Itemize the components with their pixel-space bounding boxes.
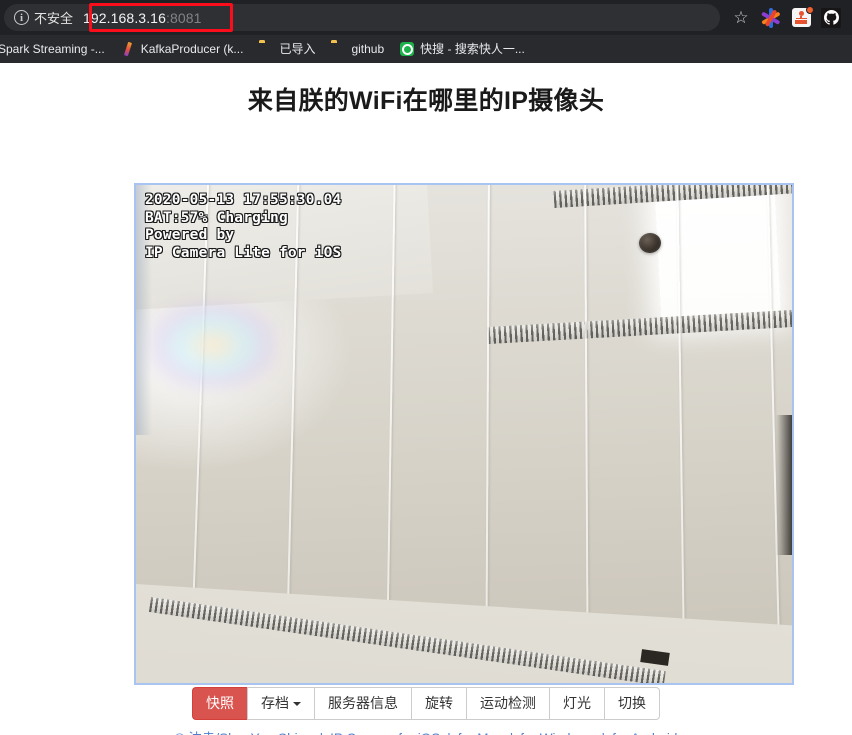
toolbar-right-icons: ☆ — [726, 3, 852, 33]
folder-icon — [331, 42, 345, 56]
footer-separator: | — [595, 731, 613, 735]
ksou-icon — [400, 42, 415, 56]
info-circle-icon: i — [14, 10, 29, 25]
bookmark-label: KafkaProducer (k... — [140, 42, 244, 56]
security-chip[interactable]: i 不安全 — [14, 8, 73, 27]
bookmark-item-ksou[interactable]: 快搜 - 搜索快人一... — [392, 39, 533, 59]
snapshot-button-label: 快照 — [206, 695, 234, 711]
bookmark-folder-imported[interactable]: 已导入 — [251, 39, 323, 59]
overlay-powered-by: Powered by — [145, 227, 235, 243]
overlay-timestamp: 2020-05-13 17:55:30.04 — [145, 192, 342, 208]
github-avatar-icon — [821, 7, 841, 28]
ceiling-light-panel — [654, 187, 782, 325]
server-info-button[interactable]: 服务器信息 — [314, 687, 411, 720]
extension-badge — [805, 6, 814, 14]
camera-stream-frame[interactable]: 2020-05-13 17:55:30.04 BAT:57% Charging … — [134, 183, 794, 685]
footer-separator: | — [440, 731, 458, 735]
bookmarks-bar: Spark Streaming -... KafkaProducer (k...… — [0, 35, 852, 63]
footer-separator: | — [313, 731, 331, 735]
bookmark-label: Spark Streaming -... — [0, 42, 105, 56]
address-bar[interactable]: i 不安全 192.168.3.16:8081 — [4, 4, 720, 31]
footer-links: © 沈垚/ShenYao China|IP Camera for iOS|for… — [0, 729, 852, 735]
footer-link-android[interactable]: for Android — [612, 731, 677, 735]
button-group: 快照 存档 服务器信息 旋转 运动检测 灯光 切换 — [192, 687, 660, 720]
switch-camera-button[interactable]: 切换 — [604, 687, 660, 720]
browser-toolbar: i 不安全 192.168.3.16:8081 ☆ — [0, 0, 852, 35]
camera-overlay-text: 2020-05-13 17:55:30.04 BAT:57% Charging … — [145, 192, 341, 262]
bookmark-star-button[interactable]: ☆ — [726, 3, 756, 33]
profile-button[interactable] — [816, 3, 846, 33]
footer-link-mac[interactable]: for Mac — [458, 731, 503, 735]
motion-detection-button-label: 运动检测 — [480, 695, 536, 711]
extension-graph-button[interactable] — [786, 3, 816, 33]
camera-controls: 快照 存档 服务器信息 旋转 运动检测 灯光 切换 — [0, 687, 852, 720]
security-label: 不安全 — [34, 11, 74, 26]
url-host: 192.168.3.16 — [83, 9, 166, 26]
overlay-app-name: IP Camera Lite for iOS — [145, 244, 342, 261]
light-button-label: 灯光 — [563, 695, 591, 711]
url-port: :8081 — [165, 9, 202, 26]
bookmark-folder-github[interactable]: github — [323, 39, 392, 59]
folder-icon — [259, 42, 273, 56]
snapshot-button[interactable]: 快照 — [192, 687, 247, 720]
motion-detection-button[interactable]: 运动检测 — [466, 687, 549, 720]
light-button[interactable]: 灯光 — [549, 687, 604, 720]
extension-graph-icon — [791, 6, 814, 27]
bookmark-label: 已导入 — [279, 42, 316, 56]
bookmark-item-spark-streaming[interactable]: Spark Streaming -... — [0, 39, 113, 59]
footer-link-windows[interactable]: for Windows — [520, 731, 594, 735]
slash-logo-icon — [121, 42, 135, 56]
footer-copyright-link[interactable]: © 沈垚/ShenYao China — [175, 731, 313, 735]
star-icon: ☆ — [733, 8, 749, 27]
chevron-down-icon — [293, 702, 301, 706]
archive-dropdown-button[interactable]: 存档 — [247, 687, 314, 720]
rotate-button[interactable]: 旋转 — [411, 687, 466, 720]
page-title: 来自朕的WiFi在哪里的IP摄像头 — [247, 87, 605, 115]
extension-asterisk-button[interactable] — [756, 3, 786, 33]
archive-button-label: 存档 — [261, 695, 289, 711]
page-content: 来自朕的WiFi在哪里的IP摄像头 2020-05-13 17:55:30.04… — [0, 63, 852, 735]
bookmark-item-kafkaproducer[interactable]: KafkaProducer (k... — [113, 39, 252, 59]
bookmark-label: github — [351, 42, 385, 56]
switch-camera-button-label: 切换 — [618, 695, 646, 711]
rotate-button-label: 旋转 — [425, 695, 453, 711]
url-text: 192.168.3.16:8081 — [83, 10, 202, 26]
overlay-battery: BAT:57% Charging — [145, 209, 288, 226]
browser-chrome: i 不安全 192.168.3.16:8081 ☆ Spark Streami… — [0, 0, 852, 63]
extension-asterisk-icon — [761, 7, 781, 28]
footer-link-ios[interactable]: IP Camera for iOS — [330, 731, 440, 735]
lens-flare — [148, 300, 278, 390]
bookmark-label: 快搜 - 搜索快人一... — [420, 42, 525, 56]
footer-separator: | — [503, 731, 521, 735]
server-info-button-label: 服务器信息 — [328, 695, 398, 711]
